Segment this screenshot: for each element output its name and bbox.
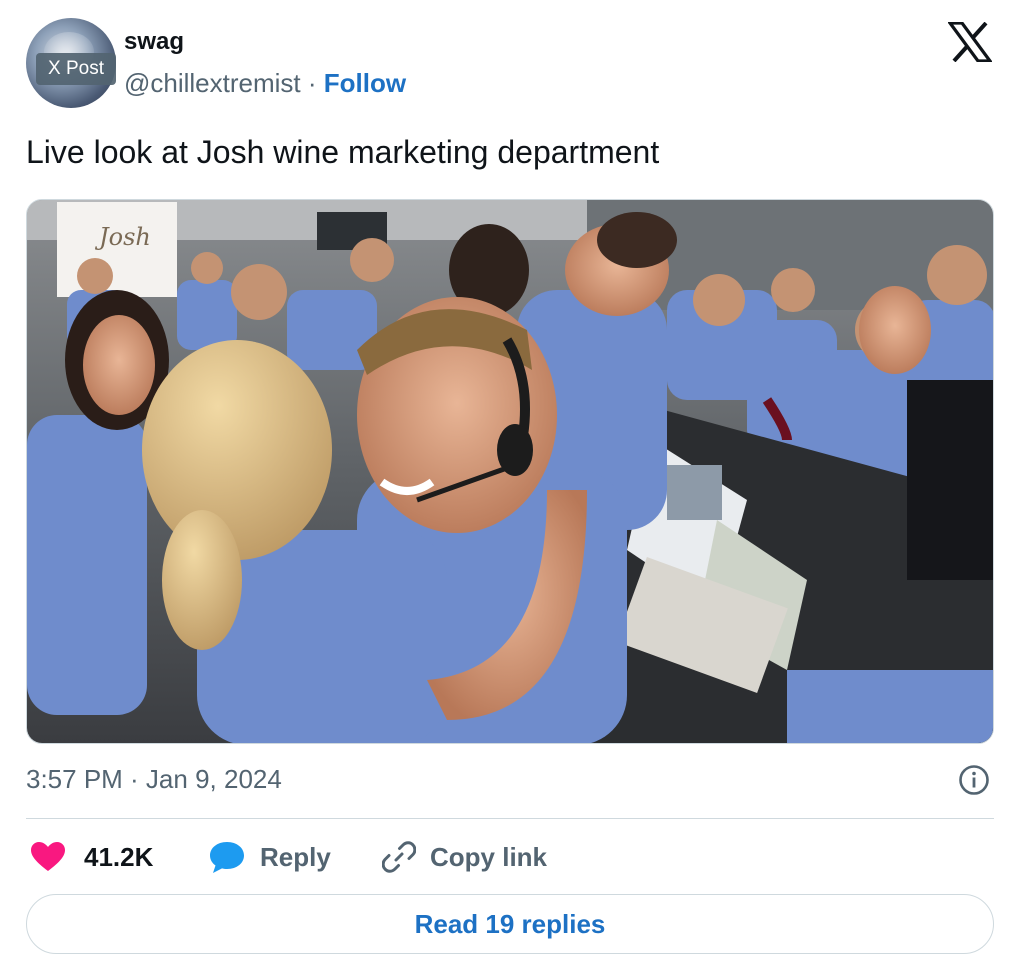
read-replies-button[interactable]: Read 19 replies xyxy=(26,894,994,954)
divider xyxy=(26,818,994,819)
tweet-text: Live look at Josh wine marketing departm… xyxy=(26,134,660,170)
author-handle[interactable]: @chillextremist xyxy=(124,68,301,98)
author-display-name[interactable]: swag xyxy=(124,28,184,56)
reply-button[interactable]: Reply xyxy=(208,838,331,876)
like-button[interactable]: 41.2K xyxy=(30,838,153,876)
copy-link-button[interactable]: Copy link xyxy=(382,838,547,876)
link-icon xyxy=(382,841,416,873)
heart-icon xyxy=(31,842,65,871)
handle-separator: · xyxy=(300,68,324,98)
media-sign-text: Josh xyxy=(94,223,151,251)
x-post-badge: X Post xyxy=(36,53,116,85)
tweet-photo[interactable]: Josh xyxy=(26,199,994,744)
reply-label: Reply xyxy=(260,841,331,872)
copy-link-label: Copy link xyxy=(430,841,548,872)
x-logo-icon[interactable] xyxy=(946,21,994,63)
tweet-timestamp[interactable]: 3:57 PM · Jan 9, 2024 xyxy=(26,764,282,795)
author-handle-line: @chillextremist · Follow xyxy=(124,68,406,99)
info-icon[interactable] xyxy=(958,764,990,796)
tweet-embed-card: X Post swag @chillextremist · Follow Liv… xyxy=(0,0,1024,971)
follow-button[interactable]: Follow xyxy=(324,68,406,98)
speech-bubble-icon xyxy=(210,842,244,873)
like-count: 41.2K xyxy=(84,841,154,872)
